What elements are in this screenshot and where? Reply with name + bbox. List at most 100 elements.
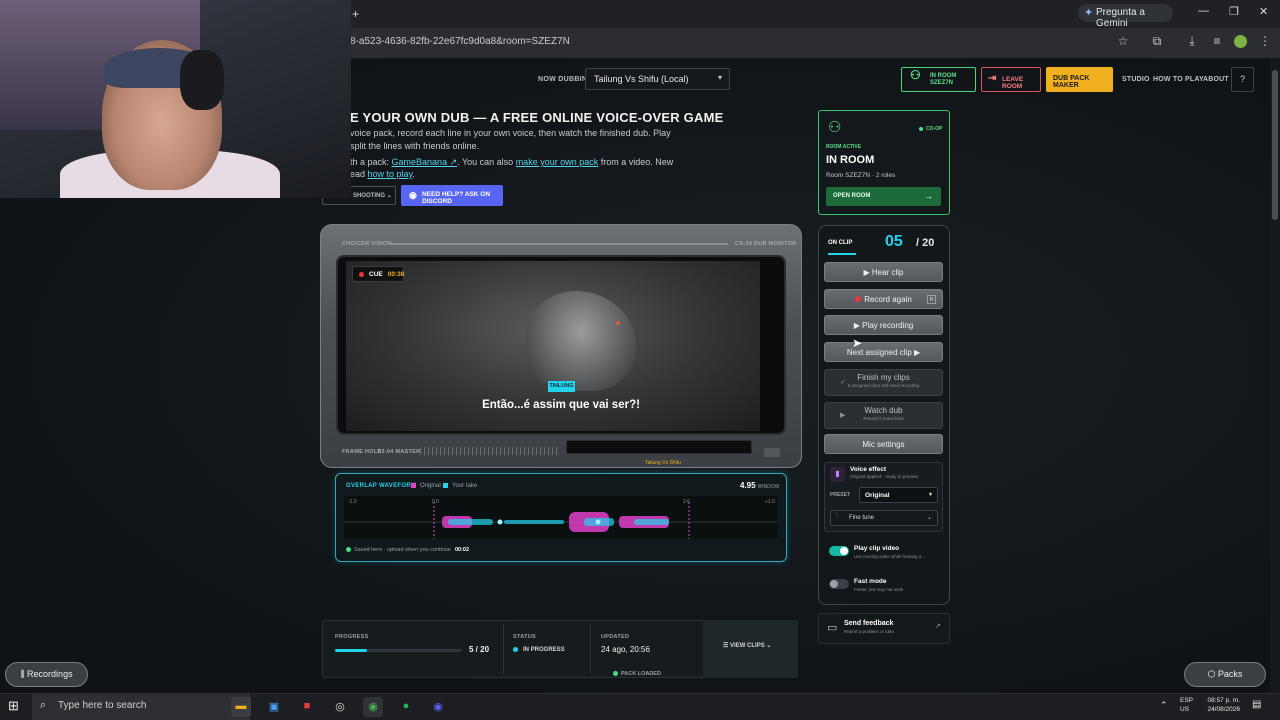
tray-chevron-icon[interactable]: ⌃ xyxy=(1160,701,1168,710)
fast-mode-toggle[interactable] xyxy=(829,579,849,589)
intro-line-3: th a pack: GameBanana ↗. You can also ma… xyxy=(350,157,674,167)
minimize-button[interactable]: — xyxy=(1198,5,1209,17)
gemini-button[interactable]: ✦ Pregunta a Gemini xyxy=(1078,4,1173,29)
chevron-down-icon: ⌄ xyxy=(386,193,392,199)
next-clip-button[interactable]: Next assigned clip ▶ xyxy=(824,342,943,362)
discord-taskbar-icon[interactable]: ◉ xyxy=(428,697,448,717)
progress-value: 5 / 20 xyxy=(469,645,490,654)
search-icon: ⌕ xyxy=(40,699,47,711)
nav-how-to-play[interactable]: HOW TO PLAY xyxy=(1153,76,1204,83)
video-character xyxy=(526,291,636,391)
make-pack-link[interactable]: make your own pack xyxy=(516,157,599,167)
scroll-thumb[interactable] xyxy=(1272,70,1278,220)
nav-about[interactable]: ABOUT xyxy=(1203,76,1229,83)
chrome-icon[interactable]: ◉ xyxy=(363,697,383,717)
windows-start-icon[interactable]: ⊞ xyxy=(8,698,19,714)
file-explorer-icon[interactable]: ▬ xyxy=(231,697,251,717)
record-again-button[interactable]: Record again R xyxy=(824,289,943,309)
coop-badge: CO-OP xyxy=(919,126,942,132)
obs-icon[interactable]: ◎ xyxy=(330,697,350,717)
url-text[interactable]: 8-a523-4636-82fb-22e67fc9d0a8&room=SZEZ7… xyxy=(350,36,570,47)
nav-studio[interactable]: STUDIO xyxy=(1122,76,1150,83)
open-room-button[interactable]: OPEN ROOM → xyxy=(826,187,941,206)
preset-select[interactable]: Original ▾ xyxy=(859,487,938,503)
help-button[interactable]: ? xyxy=(1231,67,1254,92)
recordings-button[interactable]: ⫼ Recordings xyxy=(5,662,88,687)
mouse-cursor: ➤ xyxy=(852,336,863,350)
list-icon: ☰ xyxy=(723,643,731,649)
chat-icon: ▭ xyxy=(827,622,838,634)
gamebanana-link[interactable]: GameBanana ↗ xyxy=(392,157,458,167)
finish-clips-button[interactable]: ✓ Finish my clips 8 assigned clips still n… xyxy=(824,369,943,396)
app-icon[interactable]: ▣ xyxy=(264,697,284,717)
status-value: IN PROGRESS xyxy=(513,647,565,653)
download-icon[interactable]: ⤓ xyxy=(1184,34,1200,50)
record-dot-icon xyxy=(855,296,862,302)
fine-tune-toggle[interactable]: ⫶ Fine tune ⌄ xyxy=(830,510,938,526)
monitor-knob[interactable] xyxy=(764,448,780,457)
axis-tick: 2.6 xyxy=(683,499,690,505)
page-scrollbar[interactable] xyxy=(1270,58,1280,693)
legend-original: Original xyxy=(411,483,441,489)
waveform-plot[interactable] xyxy=(344,496,778,539)
fast-mode-sub: Faster, but may not work xyxy=(854,587,904,592)
progress-fill xyxy=(335,649,367,652)
subtitle-text: Então...é assim que vai ser?! xyxy=(482,399,640,411)
recorder-app-icon[interactable]: ■ xyxy=(297,697,317,717)
record-dot-icon xyxy=(359,272,364,277)
play-video-toggle[interactable] xyxy=(829,546,849,556)
watch-dub-button[interactable]: ▶ Watch dub Record 6 more lines xyxy=(824,402,943,429)
intro-line-4: ead how to play. xyxy=(350,169,415,179)
spotify-icon[interactable]: ● xyxy=(396,697,416,717)
monitor-slot xyxy=(566,440,752,454)
room-active-label: ROOM ACTIVE xyxy=(826,144,862,150)
extensions-icon[interactable]: ⧉ xyxy=(1149,34,1165,50)
language-indicator[interactable]: ESP US xyxy=(1180,696,1193,714)
monitor-divider xyxy=(390,243,728,245)
profile-avatar[interactable] xyxy=(1234,35,1247,48)
browser-menu-icon[interactable]: ⋮ xyxy=(1257,34,1273,50)
dub-pack-maker-button[interactable]: DUB PACK MAKER xyxy=(1046,67,1113,92)
fast-mode-title: Fast mode xyxy=(854,578,887,585)
media-control-icon[interactable]: ≡ xyxy=(1209,34,1225,50)
restore-button[interactable]: ❐ xyxy=(1229,5,1239,18)
bookmark-star-icon[interactable]: ☆ xyxy=(1115,34,1131,50)
how-to-play-link[interactable]: how to play xyxy=(368,169,413,179)
gemini-icon: ✦ xyxy=(1084,7,1094,19)
feedback-sub: Report a problem or idea xyxy=(844,629,894,634)
view-clips-button[interactable]: ☰ VIEW CLIPS ⌄ xyxy=(703,620,798,678)
clock[interactable]: 08:57 p. m. 24/08/2026 xyxy=(1202,696,1240,714)
page-title: E YOUR OWN DUB — A FREE ONLINE VOICE-OVE… xyxy=(350,110,724,125)
in-room-button[interactable]: ⚇ IN ROOM SZEZ7N xyxy=(901,67,976,92)
frame-hold-label: FRAME HOLD xyxy=(342,449,382,455)
play-video-sub: Use moving video while hearing a... xyxy=(854,554,926,559)
in-room-heading: IN ROOM xyxy=(826,154,875,166)
play-recording-button[interactable]: ▶ Play recording xyxy=(824,315,943,335)
user-icon: ⚇ xyxy=(910,68,921,82)
new-tab-button[interactable]: + xyxy=(352,7,359,21)
on-clip-tab[interactable]: ON CLIP xyxy=(828,240,852,246)
master-label: 53-04 MASTER xyxy=(378,449,421,455)
pack-select[interactable]: Tailung Vs Shifu (Local) ▾ xyxy=(585,68,730,90)
saved-status: Saved here · upload when you continue 00:… xyxy=(346,547,469,553)
hear-clip-button[interactable]: ▶ Hear clip xyxy=(824,262,943,282)
notifications-icon[interactable]: ▤ xyxy=(1252,700,1261,710)
taskbar-search[interactable]: ⌕ Type here to search xyxy=(32,693,250,720)
external-link-icon: ↗ xyxy=(935,623,941,630)
axis-tick: 0.0 xyxy=(432,499,439,505)
mic-settings-button[interactable]: Mic settings xyxy=(824,434,943,454)
waveform-window: 4.95 WINDOW xyxy=(740,481,780,490)
clip-current: 05 xyxy=(885,233,903,250)
monitor-brand: CHOICER VISION xyxy=(342,241,392,247)
discord-help-button[interactable]: ◉ NEED HELP? ASK ON DISCORD xyxy=(401,185,503,206)
axis-tick: -1.0 xyxy=(348,499,357,505)
webcam-overlay xyxy=(0,0,351,198)
leave-room-button[interactable]: ⇥ LEAVE ROOM xyxy=(981,67,1041,92)
sliders-icon: ⫶ xyxy=(836,513,838,520)
close-window-button[interactable]: ✕ xyxy=(1259,5,1268,18)
packs-button[interactable]: ⬡ Packs xyxy=(1184,662,1266,687)
monitor-ticks xyxy=(420,447,560,455)
chevron-down-icon: ⌄ xyxy=(926,515,932,521)
progress-label: PROGRESS xyxy=(335,634,369,640)
updated-label: UPDATED xyxy=(601,634,630,640)
